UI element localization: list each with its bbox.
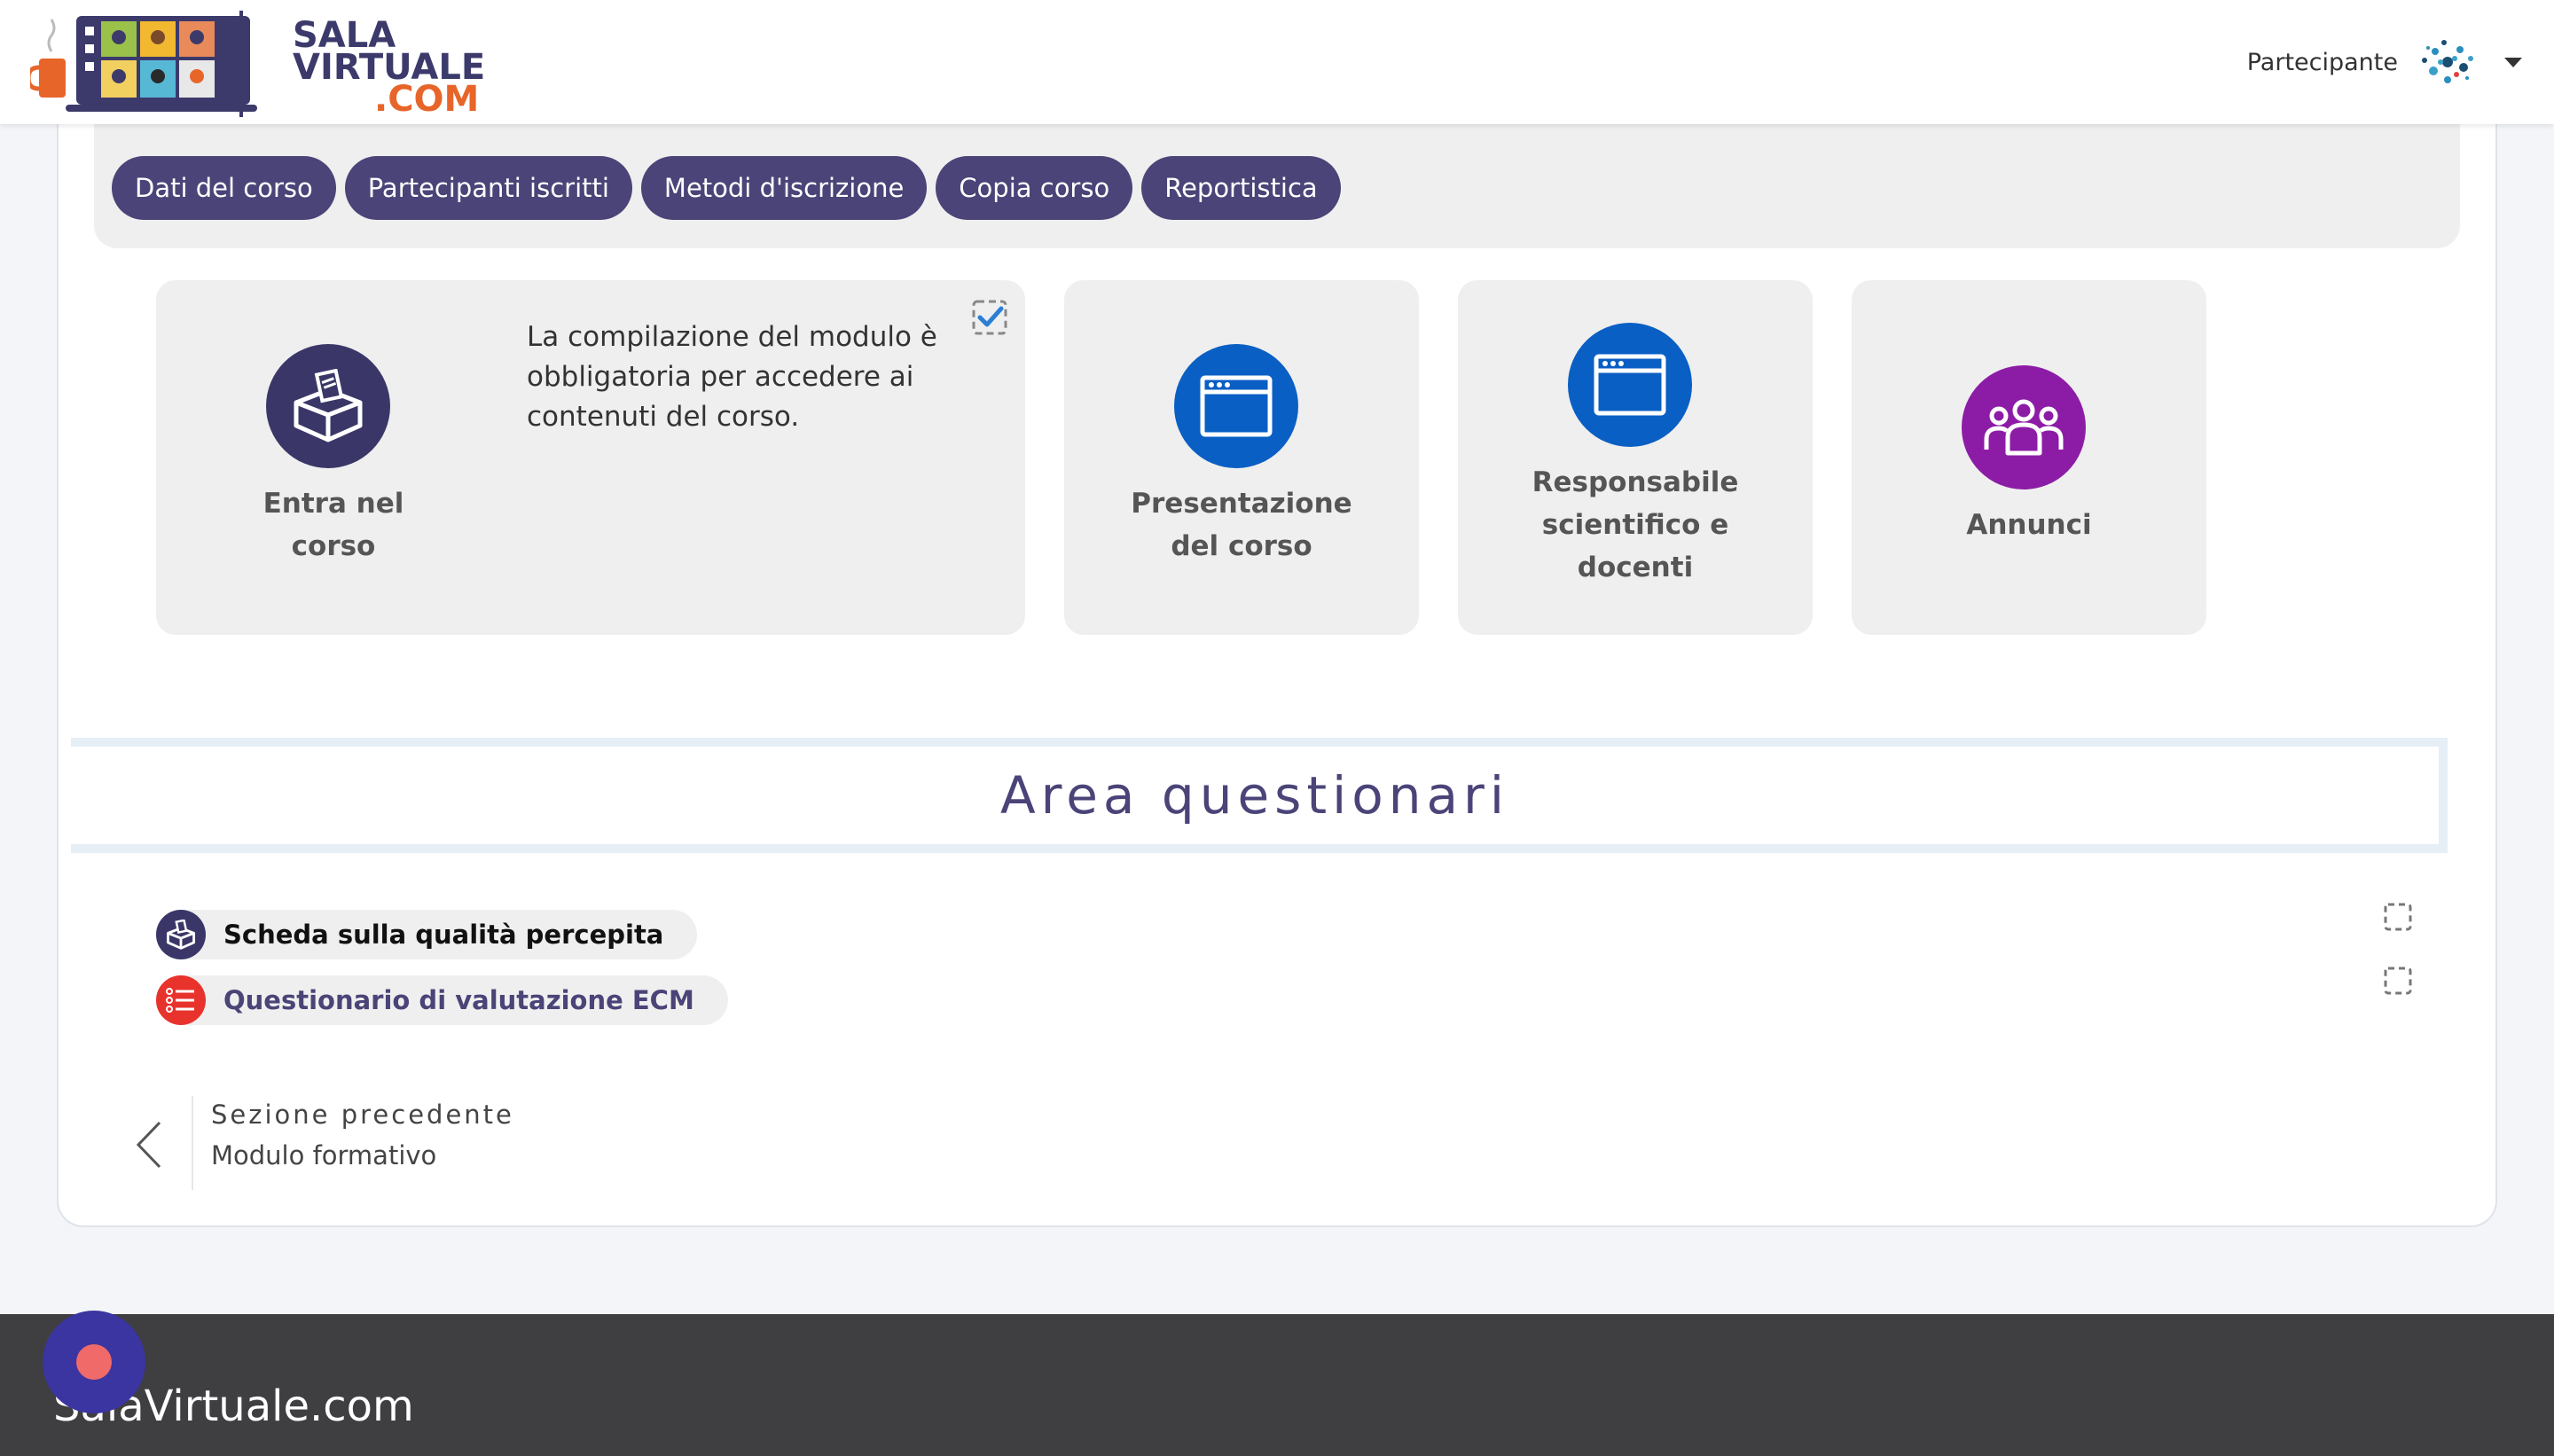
brand-wordmark: SALA VIRTUALE .COM xyxy=(293,18,485,120)
section-header-area-questionari: Area questionari xyxy=(71,738,2448,853)
tile-label: Annunci xyxy=(1887,504,2171,546)
tile-label: Responsabile scientifico e docenti xyxy=(1493,461,1777,589)
prev-section-title[interactable]: Modulo formativo xyxy=(211,1140,436,1170)
activity-name[interactable]: Questionario di valutazione ECM xyxy=(223,985,694,1015)
completion-checkbox-icon[interactable] xyxy=(972,300,1007,335)
tile-label: Presentazione del corso xyxy=(1100,482,1383,568)
chevron-left-icon[interactable] xyxy=(133,1119,165,1170)
site-logo[interactable]: SALA VIRTUALE .COM xyxy=(26,7,485,117)
tile-label-line: del corso xyxy=(1171,530,1312,562)
tab-metodi-iscrizione[interactable]: Metodi d'iscrizione xyxy=(640,156,928,220)
network-avatar-icon[interactable] xyxy=(2417,32,2478,92)
completion-checkbox-icon[interactable] xyxy=(2384,967,2412,995)
tile-label: Entra nel corso xyxy=(227,482,440,568)
tab-partecipanti-iscritti[interactable]: Partecipanti iscritti xyxy=(344,156,632,220)
tab-copia-corso[interactable]: Copia corso xyxy=(936,156,1133,220)
tile-presentazione-del-corso[interactable]: Presentazione del corso xyxy=(1064,280,1419,635)
browser-window-icon xyxy=(1174,344,1298,468)
section-title: Area questionari xyxy=(1000,765,1509,826)
tile-label-line: scientifico e xyxy=(1541,509,1729,541)
course-tabs: Dati del corso Partecipanti iscritti Met… xyxy=(112,156,1341,220)
list-icon xyxy=(156,975,206,1025)
tile-label-line: Annunci xyxy=(1966,509,2092,541)
site-footer: SalaVirtuale.com xyxy=(0,1314,2554,1456)
completion-checkbox-icon[interactable] xyxy=(2384,903,2412,931)
prev-section-kicker: Sezione precedente xyxy=(211,1100,514,1130)
record-dot-icon xyxy=(76,1344,112,1380)
group-icon xyxy=(1962,365,2086,489)
tile-label-line: Presentazione xyxy=(1131,488,1352,520)
tile-label-line: Responsabile xyxy=(1532,466,1739,498)
video-call-logo-icon xyxy=(26,11,257,117)
caret-down-icon[interactable] xyxy=(2504,57,2522,67)
tile-label-line: docenti xyxy=(1577,552,1694,583)
activity-scheda-qualita[interactable]: Scheda sulla qualità percepita xyxy=(156,910,698,959)
tile-label-line: corso xyxy=(291,530,376,562)
divider xyxy=(192,1096,193,1190)
tile-entra-nel-corso[interactable]: Entra nel corso La compilazione del modu… xyxy=(156,280,1025,635)
tab-dati-del-corso[interactable]: Dati del corso xyxy=(112,156,336,220)
brand-line-3: .COM xyxy=(374,79,480,120)
floating-action-button[interactable] xyxy=(43,1311,145,1413)
browser-window-icon xyxy=(1568,323,1692,447)
activity-questionario-ecm[interactable]: Questionario di valutazione ECM xyxy=(156,975,728,1025)
ballot-box-icon xyxy=(156,910,206,959)
activity-name[interactable]: Scheda sulla qualità percepita xyxy=(223,920,663,950)
tile-annunci[interactable]: Annunci xyxy=(1852,280,2206,635)
tile-description: La compilazione del modulo è obbligatori… xyxy=(527,321,937,433)
tile-responsabile-scientifico[interactable]: Responsabile scientifico e docenti xyxy=(1458,280,1813,635)
user-menu[interactable]: Partecipante xyxy=(2247,32,2522,92)
user-role: Partecipante xyxy=(2246,48,2398,76)
top-navbar: SALA VIRTUALE .COM Partecipante xyxy=(0,0,2554,124)
tile-label-line: Entra nel xyxy=(262,488,404,520)
ballot-box-icon xyxy=(266,344,390,468)
tab-reportistica[interactable]: Reportistica xyxy=(1141,156,1341,220)
